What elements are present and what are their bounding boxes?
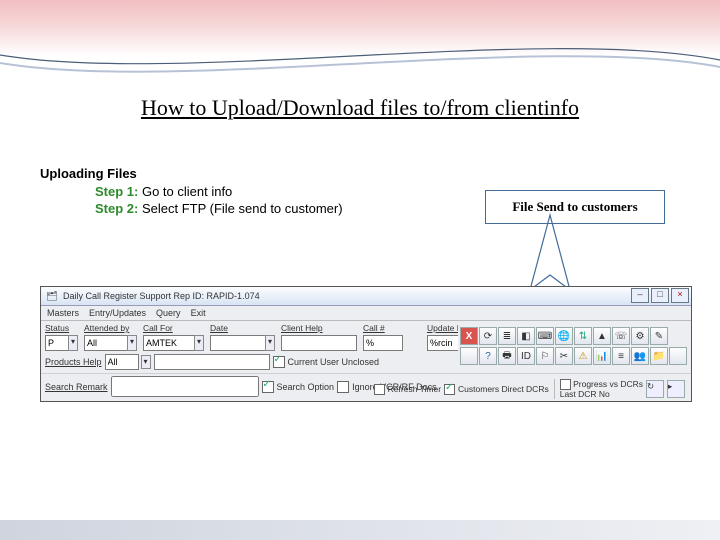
goto-button[interactable]: ▸: [667, 380, 685, 398]
menu-query[interactable]: Query: [156, 308, 181, 318]
status-input[interactable]: [45, 335, 69, 351]
products-desc-input[interactable]: [154, 354, 270, 370]
checkbox-search-option[interactable]: [262, 381, 274, 393]
telnet-icon[interactable]: ⌨: [536, 327, 554, 345]
date-input[interactable]: [210, 335, 266, 351]
refresh-icon[interactable]: ⟳: [479, 327, 497, 345]
users-icon[interactable]: 👥: [631, 347, 649, 365]
banner-wave: [0, 0, 720, 70]
section-heading: Uploading Files: [40, 165, 343, 183]
id-icon[interactable]: ID: [517, 347, 535, 365]
tool-icon[interactable]: ✂: [555, 347, 573, 365]
db-icon[interactable]: ≡: [612, 347, 630, 365]
maximize-button[interactable]: □: [651, 288, 669, 303]
phone-icon[interactable]: ☏: [612, 327, 630, 345]
step-1: Step 1: Go to client info: [95, 183, 343, 201]
step-2: Step 2: Select FTP (File send to custome…: [95, 200, 343, 218]
close-button[interactable]: ×: [671, 288, 689, 303]
checkbox-refresh[interactable]: [374, 384, 385, 395]
print-icon[interactable]: 🖶: [498, 347, 516, 365]
checkbox-customers[interactable]: [444, 384, 455, 395]
help-icon[interactable]: ?: [479, 347, 497, 365]
products-input[interactable]: [105, 354, 139, 370]
chart-icon[interactable]: 📊: [593, 347, 611, 365]
flag-icon[interactable]: ⚐: [536, 347, 554, 365]
label-search: Search Remark: [45, 382, 108, 392]
status-strip: Refresh Timer Customers Direct DCRs Prog…: [374, 379, 685, 399]
label-status: Status: [45, 323, 69, 333]
warn-icon[interactable]: ⚠: [574, 347, 592, 365]
callfor-input[interactable]: [143, 335, 195, 351]
menubar: Masters Entry/Updates Query Exit: [41, 306, 691, 321]
app-screenshot: 🗂 Daily Call Register Support Rep ID: RA…: [40, 286, 692, 402]
refresh-button[interactable]: ↻: [646, 380, 664, 398]
ftp-icon[interactable]: ⇅: [574, 327, 592, 345]
label-date: Date: [210, 323, 228, 333]
instructions: Uploading Files Step 1: Go to client inf…: [40, 165, 343, 218]
menu-entry-updates[interactable]: Entry/Updates: [89, 308, 146, 318]
globe-icon[interactable]: 🌐: [555, 327, 573, 345]
date-dropdown[interactable]: ▾: [265, 335, 275, 351]
checkbox-ignore[interactable]: [337, 381, 349, 393]
attended-input[interactable]: [84, 335, 128, 351]
window-titlebar: 🗂 Daily Call Register Support Rep ID: RA…: [41, 287, 691, 306]
callfor-dropdown[interactable]: ▾: [194, 335, 204, 351]
label-callfor: Call For: [143, 323, 173, 333]
label-client: Client Help: [281, 323, 323, 333]
note-icon[interactable]: ✎: [650, 327, 668, 345]
label-last-dcr: Last DCR No: [560, 390, 610, 399]
status-dropdown[interactable]: ▾: [68, 335, 78, 351]
checkbox-progress[interactable]: [560, 379, 571, 390]
gear-icon[interactable]: ⚙: [631, 327, 649, 345]
page-title: How to Upload/Download files to/from cli…: [0, 95, 720, 121]
label-current-user: Current User Unclosed: [288, 357, 380, 367]
excel-icon[interactable]: X: [460, 327, 478, 345]
shield-icon[interactable]: ▲: [593, 327, 611, 345]
checkbox-current-user[interactable]: [273, 356, 285, 368]
products-dropdown[interactable]: ▾: [141, 355, 151, 369]
remote-icon[interactable]: ◧: [517, 327, 535, 345]
callout-pointer: [520, 215, 580, 295]
folder-icon[interactable]: 📁: [650, 347, 668, 365]
window-title: Daily Call Register Support Rep ID: RAPI…: [63, 291, 260, 301]
x2[interactable]: [669, 347, 687, 365]
label-callno: Call #: [363, 323, 385, 333]
callout-file-send: File Send to customers: [485, 190, 665, 224]
app-icon: 🗂: [45, 289, 59, 303]
callno-input[interactable]: [363, 335, 403, 351]
search-input[interactable]: [111, 376, 259, 397]
toolbar: X⟳≣◧⌨🌐⇅▲☏⚙✎ ?🖶ID⚐✂⚠📊≡👥📁: [458, 325, 689, 367]
label-products: Products Help: [45, 357, 102, 367]
footer-band: [0, 520, 720, 540]
attended-dropdown[interactable]: ▾: [127, 335, 137, 351]
client-input[interactable]: [281, 335, 357, 351]
script-icon[interactable]: ≣: [498, 327, 516, 345]
label-attended: Attended by: [84, 323, 129, 333]
minimize-button[interactable]: –: [631, 288, 649, 303]
menu-exit[interactable]: Exit: [191, 308, 206, 318]
label-search-option: Search Option: [277, 382, 335, 392]
x1[interactable]: [460, 347, 478, 365]
menu-masters[interactable]: Masters: [47, 308, 79, 318]
